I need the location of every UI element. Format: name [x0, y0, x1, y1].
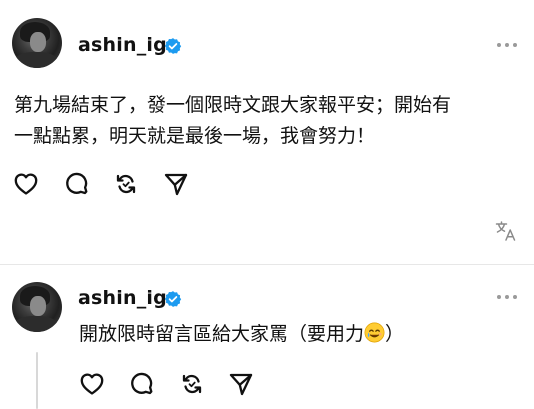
- translate-icon[interactable]: [495, 220, 517, 242]
- post-text-content: 開放限時留言區給大家罵（要用力: [79, 323, 365, 345]
- heart-icon[interactable]: [13, 171, 39, 197]
- more-options-icon[interactable]: [496, 294, 518, 300]
- heart-icon[interactable]: [79, 371, 105, 397]
- send-icon[interactable]: [228, 371, 254, 397]
- post-text-line: 第九場結束了，發一個限時文跟大家報平安；開始有: [14, 94, 452, 116]
- username[interactable]: ashin_ig: [78, 34, 167, 56]
- post-text: 開放限時留言區給大家罵（要用力 ）: [79, 319, 519, 350]
- comment-bubble-icon[interactable]: [64, 171, 90, 197]
- verified-badge-icon: [164, 38, 182, 54]
- post-1: ashin_ig 第九場結束了，發一個限時文跟大家報平安；開始有 一點點累，明天…: [0, 0, 534, 265]
- more-options-icon[interactable]: [496, 42, 518, 48]
- post-2: ashin_ig 開放限時留言區給大家罵（要用力 ）: [0, 265, 534, 409]
- post-text-close: ）: [385, 323, 405, 345]
- avatar[interactable]: [12, 18, 62, 68]
- send-icon[interactable]: [163, 171, 189, 197]
- thread-line: [36, 352, 38, 409]
- verified-badge-icon: [164, 291, 182, 307]
- crying-smile-emoji: [364, 322, 385, 343]
- username[interactable]: ashin_ig: [78, 287, 167, 309]
- repost-icon[interactable]: [179, 371, 205, 397]
- post-text: 第九場結束了，發一個限時文跟大家報平安；開始有 一點點累，明天就是最後一場，我會…: [14, 90, 520, 152]
- post-text-line: 一點點累，明天就是最後一場，我會努力！: [14, 125, 376, 147]
- repost-icon[interactable]: [113, 171, 139, 197]
- avatar[interactable]: [12, 282, 62, 332]
- comment-bubble-icon[interactable]: [129, 371, 155, 397]
